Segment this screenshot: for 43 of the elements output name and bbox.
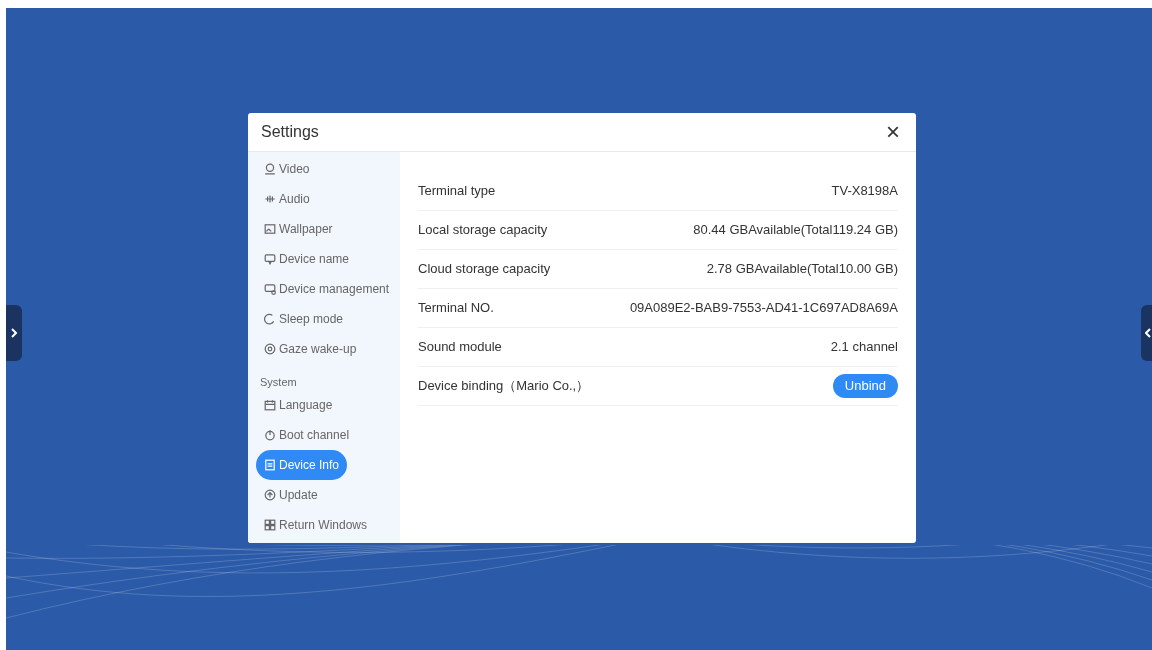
info-value: TV-X8198A: [831, 182, 898, 201]
sidebar-item[interactable]: Return Windows: [256, 510, 376, 540]
upload-icon: [264, 489, 276, 501]
sidebar-item[interactable]: Audio: [256, 184, 318, 214]
grid-icon: [264, 519, 276, 531]
sidebar-item[interactable]: Device name: [256, 244, 358, 274]
sidebar-item[interactable]: Wallpaper: [256, 214, 341, 244]
chevron-left-icon: [1145, 328, 1151, 338]
sidebar-item[interactable]: Video: [256, 154, 318, 184]
sidebar-item[interactable]: Device management: [256, 274, 398, 304]
document-icon: [264, 459, 276, 471]
sidebar-item[interactable]: Gaze wake-up: [256, 334, 365, 364]
sidebar-item[interactable]: Update: [256, 480, 326, 510]
sidebar-item[interactable]: Boot channel: [256, 420, 358, 450]
sidebar-item[interactable]: Device Info: [256, 450, 348, 480]
info-value: 09A089E2-BAB9-7553-AD41-1C697AD8A69A: [629, 299, 898, 318]
info-label: Sound module: [418, 338, 502, 357]
waveform-icon: [264, 193, 276, 205]
section-heading: System: [260, 374, 297, 390]
power-icon: [264, 429, 276, 441]
info-value: 80.44 GBAvailable(Total119.24 GB): [693, 221, 898, 240]
monitor-icon: [264, 283, 276, 295]
eye-icon: [264, 343, 276, 355]
picture-icon: [264, 223, 276, 235]
info-label: Device binding（Mario Co.,）: [418, 377, 590, 396]
webcam-icon: [264, 163, 276, 175]
expand-left-button[interactable]: [6, 305, 22, 361]
chevron-right-icon: [10, 328, 18, 338]
dialog-title: Settings: [261, 122, 319, 142]
info-label: Terminal NO.: [418, 299, 494, 318]
close-button[interactable]: ×: [886, 120, 900, 144]
speech-bubble-icon: [264, 253, 276, 265]
info-label: Local storage capacity: [418, 221, 548, 240]
calendar-icon: [264, 399, 276, 411]
info-value: 2.1 channel: [830, 338, 898, 357]
expand-right-button[interactable]: [1141, 305, 1152, 361]
info-value: 2.78 GBAvailable(Total10.00 GB): [706, 260, 898, 279]
info-label: Cloud storage capacity: [418, 260, 551, 279]
crescent-icon: [264, 313, 276, 325]
info-label: Terminal type: [418, 182, 496, 201]
unbind-button[interactable]: Unbind: [832, 374, 898, 398]
sidebar-item[interactable]: Language: [256, 390, 341, 420]
sidebar-item[interactable]: Sleep mode: [256, 304, 352, 334]
